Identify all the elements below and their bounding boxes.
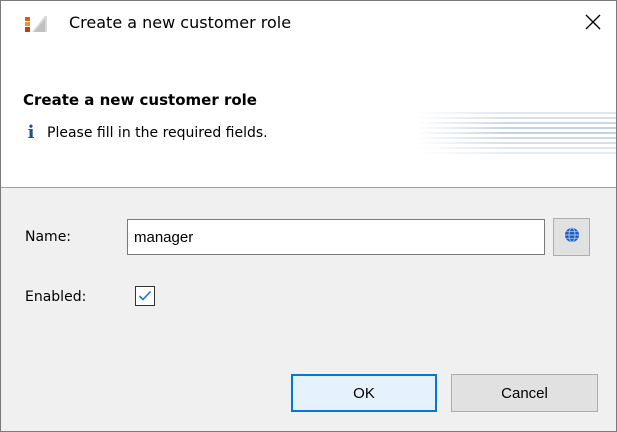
window-title: Create a new customer role (69, 13, 292, 32)
ok-button[interactable]: OK (291, 374, 437, 412)
enabled-checkbox[interactable] (135, 286, 155, 306)
header-banner: Create a new customer role i Please fill… (1, 46, 616, 188)
enabled-label: Enabled: (25, 289, 87, 305)
close-icon (585, 14, 601, 34)
cancel-button[interactable]: Cancel (451, 374, 598, 412)
banner-message: Please fill in the required fields. (47, 125, 268, 141)
title-bar[interactable]: Create a new customer role (1, 1, 616, 46)
name-label: Name: (25, 229, 72, 245)
translate-button[interactable] (553, 218, 590, 256)
info-icon: i (27, 122, 35, 143)
app-logo-icon (25, 15, 47, 33)
close-button[interactable] (570, 1, 616, 46)
dialog-window: Create a new customer role Create a new … (0, 0, 617, 432)
globe-icon (564, 227, 580, 247)
banner-stripes-graphic (416, 111, 616, 156)
name-input[interactable] (127, 219, 545, 255)
banner-title: Create a new customer role (23, 91, 257, 109)
checkmark-icon (138, 287, 152, 306)
